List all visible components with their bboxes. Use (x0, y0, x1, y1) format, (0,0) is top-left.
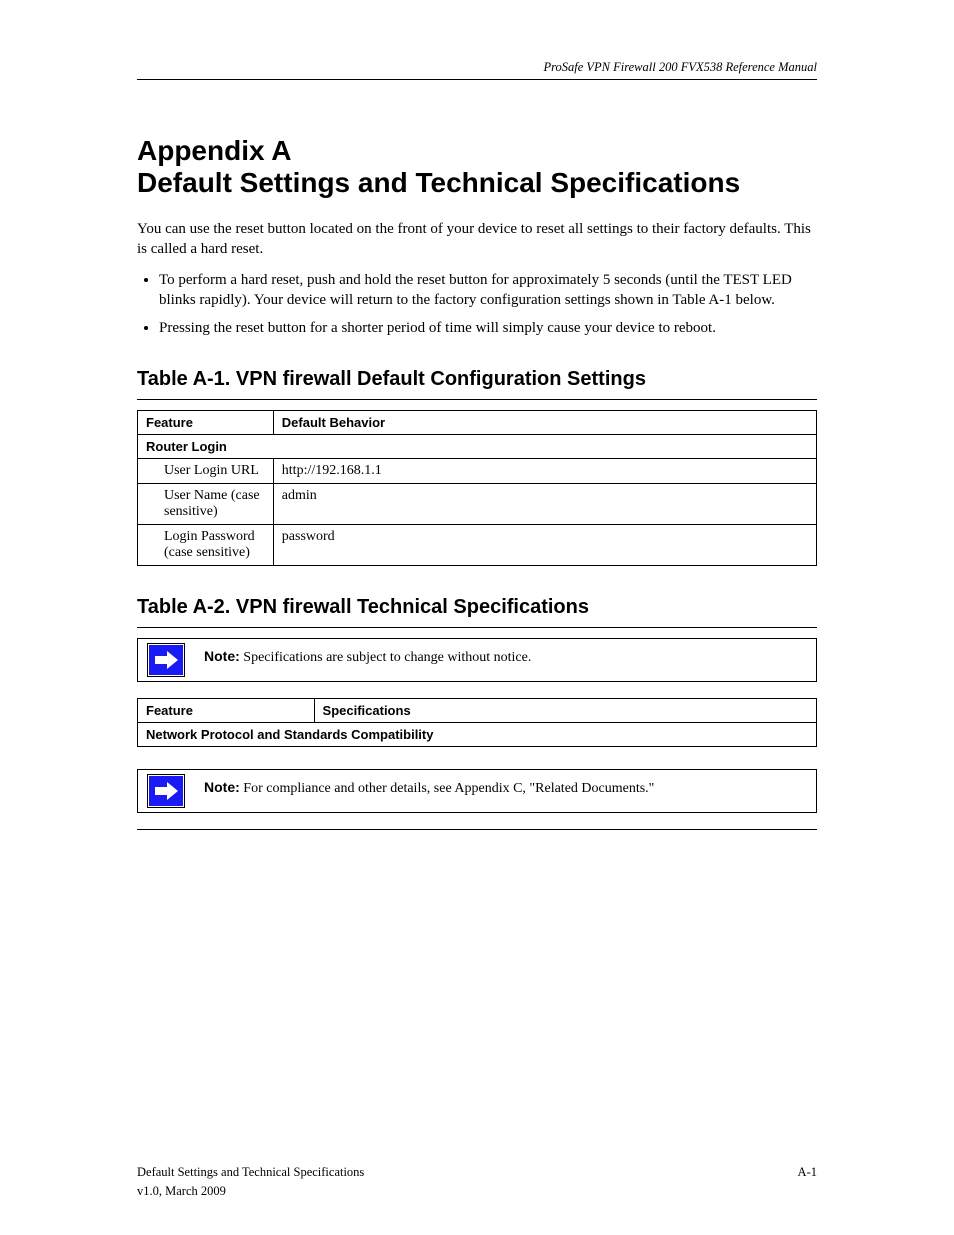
section-label: Router Login (138, 435, 817, 459)
note-box-2: Note: For compliance and other details, … (137, 769, 817, 813)
appendix-title: Appendix A Default Settings and Technica… (137, 135, 817, 199)
table-header-row: Feature Specifications (138, 699, 817, 723)
bullet-list: To perform a hard reset, push and hold t… (137, 270, 817, 339)
cell-value: http://192.168.1.1 (273, 459, 816, 484)
spacer (137, 747, 817, 761)
col-default: Default Behavior (273, 411, 816, 435)
table-row: Login Password (case sensitive) password (138, 525, 817, 566)
cell-feature: Login Password (case sensitive) (138, 525, 274, 566)
table-a2: Feature Specifications Network Protocol … (137, 698, 817, 747)
note-text: Note: Specifications are subject to chan… (194, 639, 816, 681)
footer-rule (137, 829, 817, 830)
col-spec: Specifications (314, 699, 816, 723)
footer-right: A-1 (798, 1165, 817, 1199)
note-label: Note: (204, 779, 240, 795)
cell-feature: User Login URL (138, 459, 274, 484)
table-row: User Name (case sensitive) admin (138, 484, 817, 525)
intro-paragraph: You can use the reset button located on … (137, 219, 817, 260)
table-a1-rule (137, 399, 817, 400)
table-header-row: Feature Default Behavior (138, 411, 817, 435)
table-section-row: Router Login (138, 435, 817, 459)
col-feature: Feature (138, 411, 274, 435)
note-body: For compliance and other details, see Ap… (243, 781, 654, 796)
appendix-title-line2: Default Settings and Technical Specifica… (137, 167, 740, 198)
note-icon-cell (138, 770, 194, 812)
bullet-item: Pressing the reset button for a shorter … (159, 318, 817, 338)
footer-left-line2: v1.0, March 2009 (137, 1184, 364, 1199)
table-a1: Feature Default Behavior Router Login Us… (137, 410, 817, 566)
table-section-row: Network Protocol and Standards Compatibi… (138, 723, 817, 747)
note-body: Specifications are subject to change wit… (243, 650, 531, 665)
cell-feature: User Name (case sensitive) (138, 484, 274, 525)
note-label: Note: (204, 648, 240, 664)
header-right: ProSafe VPN Firewall 200 FVX538 Referenc… (137, 60, 817, 75)
cell-value: admin (273, 484, 816, 525)
arrow-right-icon (147, 643, 185, 677)
table-a2-caption: Table A-2. VPN firewall Technical Specif… (137, 596, 817, 619)
page: ProSafe VPN Firewall 200 FVX538 Referenc… (0, 0, 954, 1235)
table-a2-rule (137, 627, 817, 628)
col-feature: Feature (138, 699, 315, 723)
appendix-title-line1: Appendix A (137, 135, 292, 166)
bullet-item: To perform a hard reset, push and hold t… (159, 270, 817, 311)
cell-value: password (273, 525, 816, 566)
running-header: ProSafe VPN Firewall 200 FVX538 Referenc… (137, 60, 817, 80)
table-row: User Login URL http://192.168.1.1 (138, 459, 817, 484)
note-text: Note: For compliance and other details, … (194, 770, 816, 812)
table-a1-caption: Table A-1. VPN firewall Default Configur… (137, 368, 817, 391)
arrow-right-icon (147, 774, 185, 808)
section-label: Network Protocol and Standards Compatibi… (138, 723, 817, 747)
footer: Default Settings and Technical Specifica… (137, 1165, 817, 1199)
footer-left-line1: Default Settings and Technical Specifica… (137, 1165, 364, 1180)
header-rule (137, 79, 817, 80)
footer-left: Default Settings and Technical Specifica… (137, 1165, 364, 1199)
note-icon-cell (138, 639, 194, 681)
note-box-1: Note: Specifications are subject to chan… (137, 638, 817, 682)
